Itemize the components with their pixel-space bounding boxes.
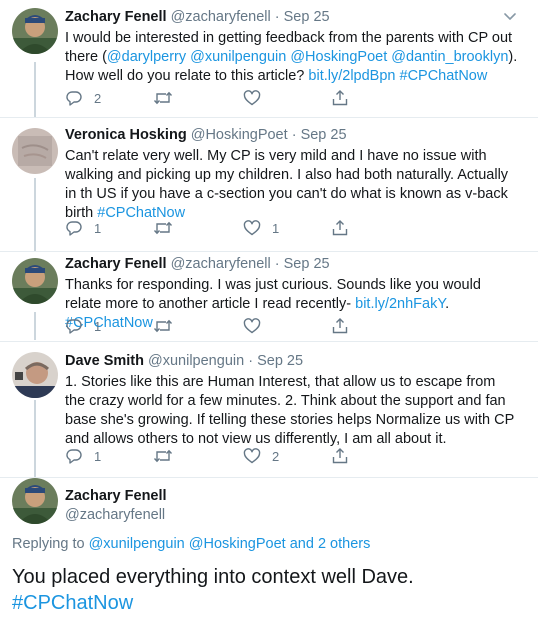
avatar[interactable]: [12, 258, 58, 304]
retweet-icon: [153, 219, 173, 237]
like-count: 2: [272, 448, 280, 464]
inline-link[interactable]: @xunilpenguin: [89, 536, 185, 552]
separator-dot: ·: [274, 9, 280, 25]
tweet-header: Dave Smith @xunilpenguin · Sep 25: [65, 352, 518, 371]
tweet-header: Zachary Fenell @zacharyfenell · Sep 25: [65, 8, 518, 27]
inline-link[interactable]: @darylperry: [107, 49, 186, 65]
tweet-date[interactable]: Sep 25: [257, 353, 303, 369]
share-icon: [331, 219, 349, 237]
separator-dot: ·: [248, 353, 254, 369]
retweet-icon: [153, 317, 173, 335]
text-segment: .: [445, 296, 450, 312]
reply-icon: [65, 89, 83, 107]
tweet[interactable]: Zachary Fenell @zacharyfenell · Sep 25 T…: [0, 252, 538, 342]
replying-label: Replying to: [12, 536, 89, 552]
inline-link[interactable]: @HoskingPoet: [290, 49, 387, 65]
inline-link[interactable]: and: [286, 536, 318, 552]
reply-count: 1: [94, 318, 102, 334]
inline-link[interactable]: #CPChatNow: [400, 68, 488, 84]
share-icon: [331, 89, 349, 107]
avatar[interactable]: [12, 8, 58, 54]
tweet-text: I would be interested in getting feedbac…: [65, 29, 518, 86]
like-button[interactable]: 2: [243, 446, 279, 466]
share-button[interactable]: [331, 316, 349, 336]
avatar[interactable]: [12, 128, 58, 174]
tweet[interactable]: Dave Smith @xunilpenguin · Sep 25 1. Sto…: [0, 342, 538, 478]
tweet-text: Can't relate very well. My CP is very mi…: [65, 147, 518, 223]
replying-targets[interactable]: @xunilpenguin @HoskingPoet and 2 others: [89, 536, 371, 552]
retweet-button[interactable]: [153, 88, 184, 108]
author-name[interactable]: Zachary Fenell: [65, 9, 167, 25]
retweet-icon: [153, 89, 173, 107]
like-count: 1: [272, 220, 280, 236]
share-icon: [331, 447, 349, 465]
like-button[interactable]: [243, 88, 272, 108]
text-segment: 1. Stories like this are Human Interest,…: [65, 374, 514, 447]
share-button[interactable]: [331, 446, 349, 466]
author-handle[interactable]: @zacharyfenell: [171, 9, 271, 25]
like-icon: [243, 89, 261, 107]
inline-link[interactable]: @xunilpenguin: [190, 49, 286, 65]
retweet-icon: [153, 447, 173, 465]
tweet[interactable]: Veronica Hosking @HoskingPoet · Sep 25 C…: [0, 118, 538, 252]
tweet-text: 1. Stories like this are Human Interest,…: [65, 373, 518, 449]
author-handle[interactable]: @xunilpenguin: [148, 353, 244, 369]
hashtag-link[interactable]: #CPChatNow: [12, 590, 414, 616]
avatar[interactable]: [12, 478, 58, 524]
author-name[interactable]: Veronica Hosking: [65, 127, 187, 143]
reply-button[interactable]: 2: [65, 88, 101, 108]
chevron-down-icon[interactable]: [502, 8, 518, 24]
like-button[interactable]: 1: [243, 218, 279, 238]
like-icon: [243, 219, 261, 237]
like-icon: [243, 317, 261, 335]
tweet-date[interactable]: Sep 25: [301, 127, 347, 143]
author-name[interactable]: Dave Smith: [65, 353, 144, 369]
inline-link[interactable]: @HoskingPoet: [189, 536, 286, 552]
share-icon: [331, 317, 349, 335]
author-handle[interactable]: @zacharyfenell: [171, 256, 271, 272]
reply-count: 1: [94, 220, 102, 236]
reply-count: 2: [94, 90, 102, 106]
like-button[interactable]: [243, 316, 272, 336]
tweet-header: Veronica Hosking @HoskingPoet · Sep 25: [65, 126, 518, 145]
like-icon: [243, 447, 261, 465]
retweet-button[interactable]: [153, 316, 184, 336]
share-button[interactable]: [331, 88, 349, 108]
author-handle[interactable]: @zacharyfenell: [65, 506, 167, 525]
reply-icon: [65, 219, 83, 237]
tweet[interactable]: Zachary Fenell @zacharyfenell · Sep 25 I…: [0, 0, 538, 118]
separator-dot: ·: [274, 256, 280, 272]
inline-link[interactable]: bit.ly/2lpdBpn: [308, 68, 395, 84]
reply-count: 1: [94, 448, 102, 464]
main-tweet-header: Zachary Fenell @zacharyfenell: [65, 487, 167, 525]
tweet-header: Zachary Fenell @zacharyfenell · Sep 25: [65, 255, 518, 274]
author-handle[interactable]: @HoskingPoet: [191, 127, 288, 143]
inline-link[interactable]: 2 others: [318, 536, 370, 552]
inline-link[interactable]: bit.ly/2nhFakY: [355, 296, 445, 312]
author-name[interactable]: Zachary Fenell: [65, 256, 167, 272]
reply-button[interactable]: 1: [65, 316, 101, 336]
author-name[interactable]: Zachary Fenell: [65, 487, 167, 506]
tweet-date[interactable]: Sep 25: [284, 9, 330, 25]
reply-button[interactable]: 1: [65, 446, 101, 466]
retweet-button[interactable]: [153, 218, 184, 238]
tweet-date[interactable]: Sep 25: [284, 256, 330, 272]
replying-to: Replying to @xunilpenguin @HoskingPoet a…: [12, 536, 370, 552]
reply-button[interactable]: 1: [65, 218, 101, 238]
separator-dot: ·: [291, 127, 297, 143]
retweet-button[interactable]: [153, 446, 184, 466]
avatar[interactable]: [12, 352, 58, 398]
main-tweet-text: You placed everything into context well …: [12, 564, 414, 616]
share-button[interactable]: [331, 218, 349, 238]
reply-icon: [65, 317, 83, 335]
inline-link[interactable]: @dantin_brooklyn: [391, 49, 508, 65]
main-tweet-body: You placed everything into context well …: [12, 566, 414, 588]
reply-icon: [65, 447, 83, 465]
